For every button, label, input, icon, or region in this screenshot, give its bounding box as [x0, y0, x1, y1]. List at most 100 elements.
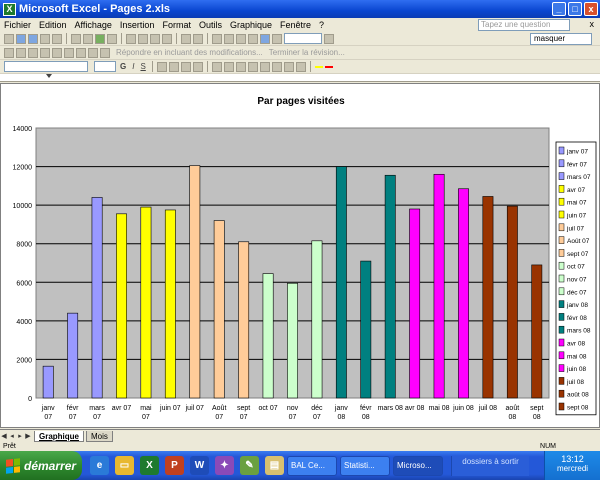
- email-icon[interactable]: [52, 33, 62, 44]
- bar[interactable]: [409, 208, 421, 399]
- bar[interactable]: [433, 173, 445, 399]
- end-review-button[interactable]: Terminer la révision...: [269, 48, 345, 57]
- tray-clock[interactable]: 13:12: [545, 454, 600, 464]
- spelling-icon[interactable]: [95, 33, 105, 44]
- menu-outils[interactable]: Outils: [195, 20, 226, 30]
- chart-wizard-icon[interactable]: [260, 33, 270, 44]
- currency-icon[interactable]: [211, 61, 222, 72]
- drawing-icon[interactable]: [272, 33, 282, 44]
- save-icon[interactable]: [28, 33, 38, 44]
- first-sheet-arrow-icon[interactable]: ◀: [0, 432, 8, 440]
- sort-ascending-icon[interactable]: [236, 33, 246, 44]
- zoom-select[interactable]: [284, 33, 322, 44]
- close-button[interactable]: x: [584, 2, 598, 16]
- align-center-icon[interactable]: [168, 61, 179, 72]
- menu-help[interactable]: ?: [315, 20, 328, 30]
- bar[interactable]: [116, 213, 127, 399]
- menu-affichage[interactable]: Affichage: [71, 20, 116, 30]
- notes-icon[interactable]: ▤: [265, 456, 284, 475]
- review-icon[interactable]: [40, 47, 50, 58]
- word-icon[interactable]: W: [190, 456, 209, 475]
- bar[interactable]: [42, 365, 54, 399]
- decrease-indent-icon[interactable]: [271, 61, 282, 72]
- decrease-decimal-icon[interactable]: [259, 61, 270, 72]
- font-size-select[interactable]: [94, 61, 116, 72]
- italic-button[interactable]: I: [130, 62, 136, 71]
- fill-color-icon[interactable]: [314, 65, 323, 68]
- bar[interactable]: [140, 206, 152, 399]
- bar[interactable]: [335, 166, 347, 399]
- underline-button[interactable]: S: [138, 62, 147, 71]
- undo-icon[interactable]: [181, 33, 191, 44]
- bar[interactable]: [189, 165, 201, 399]
- menu-fenetre[interactable]: Fenêtre: [276, 20, 315, 30]
- new-icon[interactable]: [4, 33, 14, 44]
- maximize-button[interactable]: □: [568, 2, 582, 16]
- percent-icon[interactable]: [223, 61, 234, 72]
- window-titlebar[interactable]: X Microsoft Excel - Pages 2.xls _ □ x: [0, 0, 600, 18]
- open-icon[interactable]: [16, 33, 26, 44]
- menu-format[interactable]: Format: [158, 20, 195, 30]
- review-icon[interactable]: [16, 47, 26, 58]
- media-icon[interactable]: ✦: [215, 456, 234, 475]
- powerpoint-icon[interactable]: P: [165, 456, 184, 475]
- format-painter-icon[interactable]: [162, 33, 172, 44]
- bar[interactable]: [238, 241, 250, 399]
- column-chart[interactable]: 0 2000 4000 6000 8000 10000 12000 14000 janv 07 fé…: [1, 84, 599, 427]
- review-icon[interactable]: [100, 47, 110, 58]
- bar[interactable]: [311, 240, 323, 399]
- taskbar-button-statistiques[interactable]: Statisti...: [340, 455, 390, 476]
- bar[interactable]: [360, 260, 372, 399]
- formula-bar[interactable]: [0, 74, 600, 82]
- help-icon[interactable]: [324, 33, 334, 44]
- merge-center-icon[interactable]: [192, 61, 203, 72]
- font-color-icon[interactable]: [324, 65, 333, 68]
- last-sheet-arrow-icon[interactable]: ▶: [24, 432, 32, 440]
- thousands-icon[interactable]: [235, 61, 246, 72]
- minimize-button[interactable]: _: [552, 2, 566, 16]
- chart-sheet[interactable]: Par pages visitées 0 2000 4000 6000 8000 1000…: [0, 83, 600, 428]
- align-right-icon[interactable]: [180, 61, 191, 72]
- bar[interactable]: [91, 197, 103, 399]
- taskbar-button-bal[interactable]: BAL Ce...: [287, 455, 337, 476]
- hyperlink-icon[interactable]: [212, 33, 222, 44]
- prev-sheet-arrow-icon[interactable]: ◂: [8, 432, 16, 440]
- paint-icon[interactable]: ✎: [240, 456, 259, 475]
- bar[interactable]: [164, 209, 176, 399]
- borders-icon[interactable]: [295, 61, 306, 72]
- review-icon[interactable]: [52, 47, 62, 58]
- permission-icon[interactable]: [40, 33, 50, 44]
- research-icon[interactable]: [107, 33, 117, 44]
- formula-bar-dropdown-icon[interactable]: [46, 74, 52, 80]
- sort-descending-icon[interactable]: [248, 33, 258, 44]
- tab-graphique[interactable]: Graphique: [34, 430, 85, 442]
- font-name-select[interactable]: [4, 61, 88, 72]
- bar[interactable]: [506, 205, 518, 399]
- redo-icon[interactable]: [193, 33, 203, 44]
- internet-explorer-icon[interactable]: e: [90, 456, 109, 475]
- autosum-icon[interactable]: [224, 33, 234, 44]
- chart-title[interactable]: Par pages visitées: [1, 96, 600, 107]
- copy-icon[interactable]: [138, 33, 148, 44]
- bar[interactable]: [482, 196, 494, 399]
- bold-button[interactable]: G: [118, 62, 128, 71]
- bar[interactable]: [531, 264, 543, 399]
- bar[interactable]: [213, 220, 225, 399]
- print-icon[interactable]: [71, 33, 81, 44]
- taskbar-toolbar-dossiers[interactable]: dossiers à sortir: [451, 455, 529, 476]
- paste-icon[interactable]: [150, 33, 160, 44]
- bar[interactable]: [67, 312, 79, 399]
- review-icon[interactable]: [28, 47, 38, 58]
- increase-indent-icon[interactable]: [283, 61, 294, 72]
- tab-mois[interactable]: Mois: [86, 430, 113, 442]
- menu-edition[interactable]: Edition: [35, 20, 71, 30]
- excel-icon[interactable]: X: [140, 456, 159, 475]
- bar[interactable]: [262, 273, 274, 399]
- masquer-select[interactable]: masquer: [530, 33, 592, 45]
- folder-icon[interactable]: ▭: [115, 456, 134, 475]
- menu-fichier[interactable]: Fichier: [0, 20, 35, 30]
- start-button[interactable]: démarrer: [0, 451, 82, 480]
- menu-insertion[interactable]: Insertion: [116, 20, 159, 30]
- help-question-input[interactable]: Tapez une question: [478, 19, 570, 31]
- increase-decimal-icon[interactable]: [247, 61, 258, 72]
